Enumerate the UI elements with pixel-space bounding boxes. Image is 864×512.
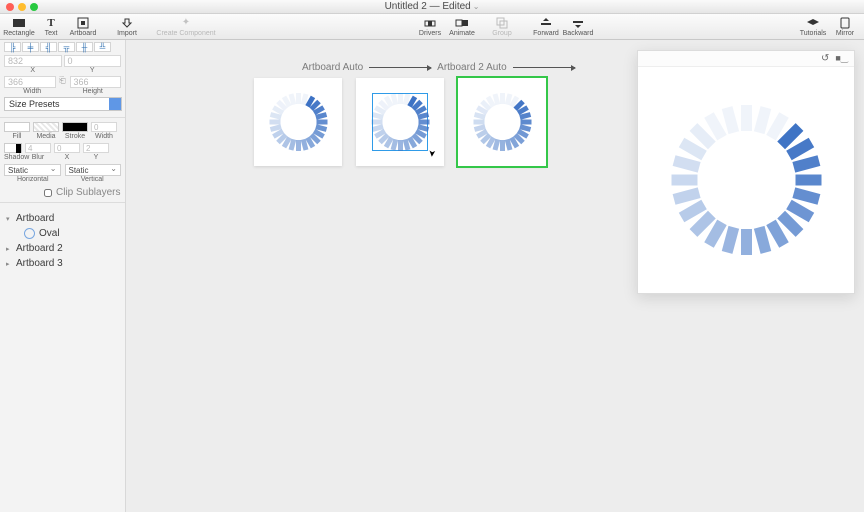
sx-label: X bbox=[54, 154, 80, 161]
traffic-lights bbox=[0, 3, 38, 11]
align-right[interactable]: ╣ bbox=[40, 42, 57, 52]
y-label: Y bbox=[64, 67, 122, 74]
height-field[interactable]: 366 bbox=[70, 76, 122, 88]
create-component-button[interactable]: ✦Create Component bbox=[162, 14, 210, 40]
artboard-thumb-3[interactable] bbox=[458, 78, 546, 166]
blur-label: Blur bbox=[25, 154, 51, 161]
sy-label: Y bbox=[83, 154, 109, 161]
align-vcenter[interactable]: ╫ bbox=[76, 42, 93, 52]
transition-labels: Artboard Auto Artboard 2 Auto bbox=[302, 62, 575, 73]
media-label: Media bbox=[33, 133, 59, 140]
main-toolbar: Rectangle TText Artboard Import ✦Create … bbox=[0, 14, 864, 40]
import-button[interactable]: Import bbox=[112, 14, 142, 40]
vertical-label: Vertical bbox=[64, 176, 122, 183]
mirror-button[interactable]: Mirror bbox=[830, 14, 860, 40]
inspector-panel: ╠ ╪ ╣ ╦ ╫ ╩ 832 0 XY 366 ⎗ 366 WidthHeig… bbox=[0, 40, 126, 512]
vertical-constraint[interactable]: Static bbox=[65, 164, 122, 176]
height-label: Height bbox=[65, 88, 122, 95]
layer-artboard[interactable]: ▾Artboard bbox=[4, 211, 121, 226]
layer-artboard2[interactable]: ▸Artboard 2 bbox=[4, 241, 121, 256]
preview-camera-icon[interactable]: ■‿ bbox=[835, 53, 848, 64]
artboard1-label: Artboard Auto bbox=[302, 62, 363, 73]
lock-aspect[interactable]: ⎗ bbox=[58, 76, 68, 88]
minimize-window[interactable] bbox=[18, 3, 26, 11]
artboard-thumb-2[interactable] bbox=[356, 78, 444, 166]
rectangle-tool[interactable]: Rectangle bbox=[4, 14, 34, 40]
preview-reload-icon[interactable]: ↺ bbox=[821, 53, 829, 64]
window-titlebar: Untitled 2 — Edited⌄ bbox=[0, 0, 864, 14]
blur-field[interactable]: 4 bbox=[25, 143, 51, 153]
x-field[interactable]: 832 bbox=[4, 55, 62, 67]
oval-icon bbox=[24, 228, 35, 239]
shadow-label: Shadow bbox=[4, 154, 22, 161]
fill-swatch[interactable] bbox=[4, 122, 30, 132]
forward-button[interactable]: Forward bbox=[531, 14, 561, 40]
layers-panel: ▾Artboard Oval ▸Artboard 2 ▸Artboard 3 bbox=[4, 211, 121, 271]
backward-button[interactable]: Backward bbox=[563, 14, 593, 40]
shadow-swatch[interactable] bbox=[4, 143, 22, 153]
stroke-width-field[interactable]: 0 bbox=[91, 122, 117, 132]
align-hcenter[interactable]: ╪ bbox=[22, 42, 39, 52]
stroke-swatch[interactable] bbox=[62, 122, 88, 132]
artboard2-label: Artboard 2 Auto bbox=[437, 62, 507, 73]
close-window[interactable] bbox=[6, 3, 14, 11]
artboard-tool[interactable]: Artboard bbox=[68, 14, 98, 40]
group-button[interactable]: Group bbox=[487, 14, 517, 40]
drivers-button[interactable]: Drivers bbox=[415, 14, 445, 40]
strokew-label: Width bbox=[91, 133, 117, 140]
artboard-thumb-1[interactable] bbox=[254, 78, 342, 166]
layer-artboard3[interactable]: ▸Artboard 3 bbox=[4, 256, 121, 271]
width-field[interactable]: 366 bbox=[4, 76, 56, 88]
x-label: X bbox=[4, 67, 62, 74]
horizontal-constraint[interactable]: Static bbox=[4, 164, 61, 176]
animate-button[interactable]: Animate bbox=[447, 14, 477, 40]
align-top[interactable]: ╦ bbox=[58, 42, 75, 52]
window-title[interactable]: Untitled 2 — Edited⌄ bbox=[385, 1, 480, 12]
shadow-x-field[interactable]: 0 bbox=[54, 143, 80, 153]
fill-label: Fill bbox=[4, 133, 30, 140]
media-swatch[interactable] bbox=[33, 122, 59, 132]
tutorials-button[interactable]: Tutorials bbox=[798, 14, 828, 40]
shadow-y-field[interactable]: 2 bbox=[83, 143, 109, 153]
arrow-icon bbox=[369, 67, 431, 68]
width-label: Width bbox=[4, 88, 61, 95]
preview-panel: ↺ ■‿ bbox=[637, 50, 855, 294]
zoom-window[interactable] bbox=[30, 3, 38, 11]
size-presets-dropdown[interactable]: Size Presets bbox=[4, 97, 122, 111]
text-tool[interactable]: TText bbox=[36, 14, 66, 40]
layer-oval[interactable]: Oval bbox=[4, 226, 121, 241]
align-bottom[interactable]: ╩ bbox=[94, 42, 111, 52]
align-left[interactable]: ╠ bbox=[4, 42, 21, 52]
align-controls: ╠ ╪ ╣ ╦ ╫ ╩ bbox=[4, 42, 121, 52]
horizontal-label: Horizontal bbox=[4, 176, 62, 183]
arrow-icon bbox=[513, 67, 575, 68]
y-field[interactable]: 0 bbox=[64, 55, 122, 67]
stroke-label: Stroke bbox=[62, 133, 88, 140]
clip-sublayers-checkbox[interactable]: Clip Sublayers bbox=[4, 187, 121, 198]
